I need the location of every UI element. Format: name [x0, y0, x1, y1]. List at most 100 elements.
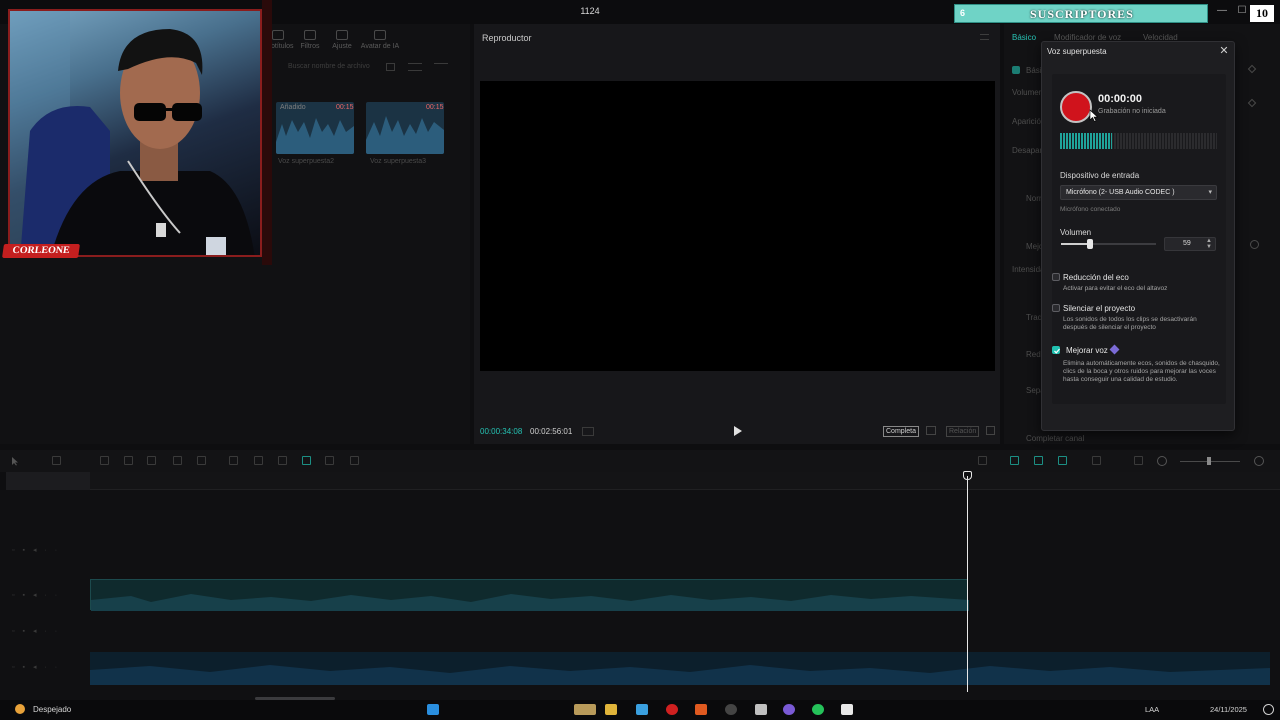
mute-project-checkbox[interactable]	[1052, 304, 1060, 312]
split-right-icon[interactable]	[147, 456, 156, 465]
input-device-select[interactable]: Micrófono (2- USB Audio CODEC ) ▾	[1060, 185, 1217, 200]
media-search-input[interactable]: Buscar nombre de archivo	[288, 63, 370, 70]
streamer-silhouette	[10, 11, 255, 255]
playhead[interactable]	[967, 476, 968, 692]
zoom-in-icon[interactable]	[1254, 456, 1264, 466]
whatsapp-icon[interactable]	[812, 704, 824, 715]
player-menu-icon[interactable]	[980, 34, 989, 40]
track-controls[interactable]: ▫▪◂··	[12, 627, 65, 635]
tab-adjust[interactable]: Ajuste	[322, 30, 362, 50]
select-tool-icon[interactable]	[11, 456, 20, 466]
taskbar-app-icon[interactable]	[666, 704, 678, 715]
clip-duration: 00:15	[336, 104, 354, 111]
mute-project-title: Silenciar el proyecto	[1063, 304, 1136, 313]
subscriber-goal: 10	[1250, 5, 1274, 22]
track-controls[interactable]: ▫▪◂··	[12, 663, 65, 671]
weather-sun-icon[interactable]	[15, 704, 25, 714]
record-status: Grabación no iniciada	[1098, 108, 1166, 115]
prop-label: Completar canal	[1026, 434, 1085, 443]
reset-icon[interactable]	[1250, 240, 1259, 249]
subtitles-icon	[272, 30, 284, 40]
player-title: Reproductor	[482, 33, 532, 43]
track-controls[interactable]: ▫▪◂··	[12, 546, 65, 554]
webcam-overlay	[8, 9, 262, 257]
chevron-down-icon: ▾	[1208, 189, 1212, 196]
start-icon[interactable]	[427, 704, 439, 715]
timeline-toolbar	[0, 450, 1280, 472]
ai-tool-icon[interactable]	[302, 456, 311, 465]
freeze-icon[interactable]	[350, 456, 359, 465]
magnet-icon[interactable]	[1034, 456, 1043, 465]
echo-reduction-title: Reducción del eco	[1063, 273, 1129, 282]
waveform-icon	[91, 594, 969, 611]
weather-text[interactable]: Despejado	[33, 705, 71, 714]
audio-level-fill	[1060, 133, 1112, 149]
taskbar-app-icon[interactable]	[695, 704, 707, 715]
filter-icon[interactable]	[434, 63, 448, 71]
record-timer: 00:00:00	[1098, 93, 1143, 105]
maximize-icon[interactable]: ☐	[1236, 5, 1248, 17]
settings-icon[interactable]	[1263, 704, 1274, 715]
taskbar-app-icon[interactable]	[636, 704, 648, 715]
echo-reduction-checkbox[interactable]	[1052, 273, 1060, 281]
split-icon[interactable]	[100, 456, 109, 465]
current-time: 00:00:34:08	[480, 427, 523, 436]
enhance-voice-title: Mejorar voz	[1066, 346, 1108, 355]
taskbar-app-icon[interactable]	[574, 704, 596, 715]
adjust-tool-icon[interactable]	[278, 456, 287, 465]
enhance-voice-checkbox[interactable]	[1052, 346, 1060, 354]
taskbar-app-icon[interactable]	[755, 704, 767, 715]
taskbar-date[interactable]: 24/11/2025	[1210, 705, 1247, 714]
voiceover-clip[interactable]	[90, 579, 969, 611]
volume-slider-fill	[1061, 243, 1090, 245]
volume-stepper[interactable]: 59 ▲ ▼	[1164, 237, 1216, 251]
timeline-view-icon[interactable]	[582, 427, 594, 436]
crop-tool-icon[interactable]	[229, 456, 238, 465]
record-button[interactable]	[1060, 91, 1092, 123]
zoom-slider-handle[interactable]	[1207, 457, 1211, 465]
volume-slider-handle[interactable]	[1087, 239, 1093, 249]
clip-duration: 00:15	[426, 104, 444, 111]
microphone-icon[interactable]	[978, 456, 987, 465]
aspect-ratio-button[interactable]: Relación	[946, 426, 980, 437]
file-explorer-icon[interactable]	[605, 704, 617, 715]
zoom-out-icon[interactable]	[1157, 456, 1167, 466]
expand-icon[interactable]	[986, 426, 995, 435]
crop-icon[interactable]	[926, 426, 936, 435]
close-icon[interactable]: ✕	[1218, 46, 1230, 57]
audio-clip[interactable]	[90, 652, 1270, 685]
taskbar-app-icon[interactable]	[725, 704, 737, 715]
color-icon[interactable]	[254, 456, 263, 465]
app-title: 1124	[580, 6, 600, 16]
player-screen[interactable]	[480, 81, 995, 371]
snap-icon[interactable]	[1058, 456, 1067, 465]
language-indicator[interactable]: LAA	[1145, 705, 1159, 714]
minimize-icon[interactable]: —	[1216, 5, 1228, 17]
marker-icon[interactable]	[197, 456, 206, 465]
basic-checkbox[interactable]	[1012, 66, 1020, 74]
mic-status: Micrófono conectado	[1060, 206, 1121, 213]
mirror-icon[interactable]	[325, 456, 334, 465]
link-icon[interactable]	[1010, 456, 1019, 465]
split-left-icon[interactable]	[124, 456, 133, 465]
ai-avatar-icon	[374, 30, 386, 40]
tab-basic[interactable]: Básico	[1012, 33, 1036, 42]
channel-logo: CORLEONE	[2, 244, 80, 258]
preview-axis-icon[interactable]	[1092, 456, 1101, 465]
captions-icon[interactable]	[1134, 456, 1143, 465]
timeline-ruler[interactable]	[90, 472, 1280, 490]
track-controls[interactable]: ▫▪◂··	[12, 591, 65, 599]
capcut-icon[interactable]	[841, 704, 853, 715]
grid-view-icon[interactable]	[386, 63, 395, 71]
subscriber-count: 6	[960, 8, 966, 18]
volume-label: Volumen	[1060, 228, 1092, 237]
sort-icon[interactable]	[408, 63, 422, 71]
stepper-arrows-icon[interactable]: ▲ ▼	[1206, 238, 1212, 250]
undo-icon[interactable]	[52, 456, 61, 465]
play-button[interactable]	[731, 425, 743, 437]
tab-ai-avatar[interactable]: Avatar de IA	[360, 30, 400, 50]
clip-name: Voz superpuesta2	[278, 158, 335, 165]
delete-icon[interactable]	[173, 456, 182, 465]
fullscreen-mode-button[interactable]: Completa	[883, 426, 919, 437]
taskbar-app-icon[interactable]	[783, 704, 795, 715]
